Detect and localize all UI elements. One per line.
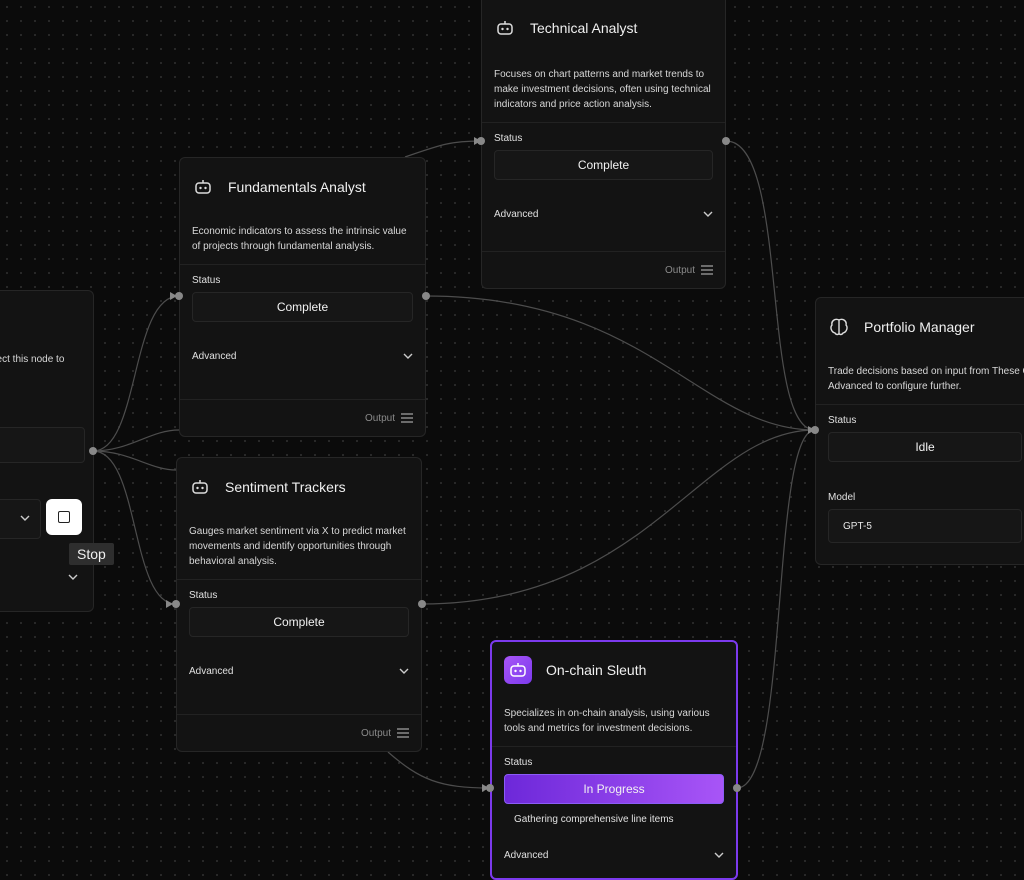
menu-icon <box>701 265 713 275</box>
menu-icon <box>397 728 409 738</box>
node-description: Gauges market sentiment via X to predict… <box>177 516 421 580</box>
edge <box>736 429 816 789</box>
stop-tooltip: Stop <box>69 543 114 565</box>
advanced-toggle[interactable]: Advanced <box>492 835 736 875</box>
connection-handle[interactable] <box>422 292 430 300</box>
status-badge: In Progress <box>504 774 724 804</box>
chevron-down-icon <box>20 515 30 521</box>
chevron-down-icon <box>714 852 724 858</box>
status-label: Status <box>494 133 523 144</box>
status-label: Status <box>504 757 533 768</box>
output-label: Output <box>360 727 391 739</box>
connection-handle[interactable] <box>89 447 97 455</box>
fundamentals-analyst-node[interactable]: Fundamentals Analyst Economic indicators… <box>179 157 426 437</box>
edge <box>92 429 180 452</box>
status-label: Status <box>189 590 218 601</box>
connection-handle[interactable] <box>175 292 183 300</box>
status-badge: Complete <box>189 607 409 637</box>
node-description: Focuses on chart patterns and market tre… <box>482 59 725 123</box>
node-title: Fundamentals Analyst <box>228 179 366 195</box>
output-row[interactable]: Output <box>177 714 421 751</box>
progress-text: Gathering comprehensive line items <box>514 814 674 825</box>
chevron-down-icon <box>399 668 409 674</box>
stop-button[interactable] <box>46 499 82 535</box>
chevron-down-icon <box>703 211 713 217</box>
status-label: Status <box>828 415 857 426</box>
advanced-toggle[interactable]: Advanced <box>180 336 425 376</box>
advanced-label: Advanced <box>494 208 539 220</box>
stop-icon <box>58 511 70 523</box>
model-label: Model <box>828 492 856 503</box>
edge <box>425 295 816 431</box>
edge <box>92 450 177 471</box>
edge <box>421 429 816 605</box>
status-badge: Idle <box>828 432 1022 462</box>
connection-handle[interactable] <box>733 784 741 792</box>
robot-icon <box>504 656 532 684</box>
onchain-sleuth-node[interactable]: On-chain Sleuth Specializes in on-chain … <box>490 640 738 880</box>
connection-handle[interactable] <box>172 600 180 608</box>
node-description: Specializes in on-chain analysis, using … <box>492 698 736 747</box>
brain-icon <box>828 316 850 338</box>
advanced-label: Advanced <box>189 665 234 677</box>
status-label: Status <box>192 275 221 286</box>
node-description: Trade decisions based on input from Thes… <box>816 356 1024 405</box>
menu-icon <box>401 413 413 423</box>
node-title: Portfolio Manager <box>864 319 975 335</box>
technical-analyst-node[interactable]: Technical Analyst Focuses on chart patte… <box>481 0 726 289</box>
edge <box>404 140 482 158</box>
edge <box>387 751 491 789</box>
connection-handle[interactable] <box>811 426 819 434</box>
left-node-input[interactable] <box>0 427 85 463</box>
chevron-down-icon <box>403 353 413 359</box>
node-title: Technical Analyst <box>530 20 638 36</box>
node-description: Economic indicators to assess the intrin… <box>180 216 425 265</box>
robot-icon <box>494 17 516 39</box>
output-row[interactable]: Output <box>482 251 725 288</box>
output-row[interactable]: Output <box>180 399 425 436</box>
model-select[interactable]: GPT-5 <box>828 509 1022 543</box>
robot-icon <box>189 476 211 498</box>
status-badge: Complete <box>192 292 413 322</box>
node-title: Sentiment Trackers <box>225 479 346 495</box>
node-title: On-chain Sleuth <box>546 662 647 678</box>
connection-handle[interactable] <box>418 600 426 608</box>
chevron-down-icon[interactable] <box>68 573 78 581</box>
connection-handle[interactable] <box>722 137 730 145</box>
connection-handle[interactable] <box>477 137 485 145</box>
portfolio-manager-node[interactable]: Portfolio Manager Trade decisions based … <box>815 297 1024 565</box>
advanced-toggle[interactable]: Advanced <box>482 194 725 234</box>
edge <box>92 295 180 452</box>
connection-handle[interactable] <box>486 784 494 792</box>
sentiment-trackers-node[interactable]: Sentiment Trackers Gauges market sentime… <box>176 457 422 752</box>
advanced-toggle[interactable]: Advanced <box>177 651 421 691</box>
edge <box>725 140 816 431</box>
robot-icon <box>192 176 214 198</box>
advanced-label: Advanced <box>192 350 237 362</box>
edge <box>92 450 177 605</box>
output-label: Output <box>364 412 395 424</box>
left-node-desc: nect this node to <box>0 354 65 365</box>
output-label: Output <box>664 264 695 276</box>
status-badge: Complete <box>494 150 713 180</box>
advanced-label: Advanced <box>504 849 549 861</box>
left-node-select[interactable] <box>0 499 41 539</box>
